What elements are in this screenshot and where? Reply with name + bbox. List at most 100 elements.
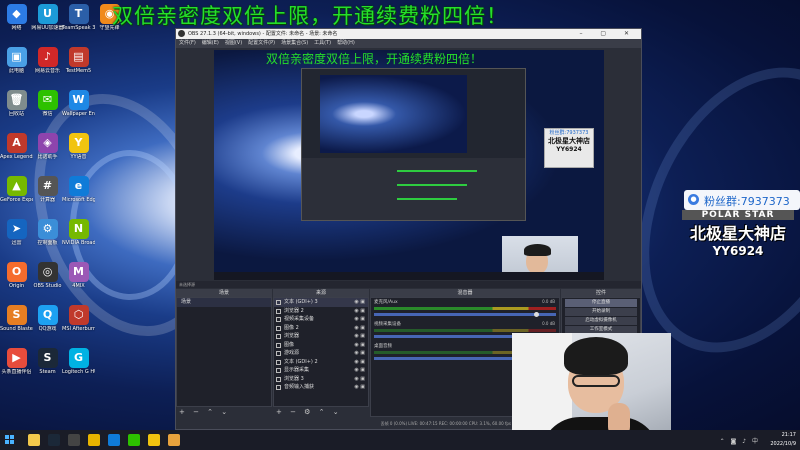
source-item[interactable]: 图像 ◉ ▣ (274, 341, 368, 350)
visibility-lock-icon[interactable]: ◉ ▣ (354, 298, 365, 307)
visibility-lock-icon[interactable]: ◉ ▣ (354, 375, 365, 384)
visibility-lock-icon[interactable]: ◉ ▣ (354, 332, 365, 341)
desktop-icon[interactable]: ▣ 此电脑 (0, 47, 33, 75)
visibility-lock-icon[interactable]: ◉ ▣ (354, 315, 365, 324)
system-tray-icons[interactable]: ⌃ ◙ ♪ 中 (720, 436, 760, 445)
desktop-icon[interactable]: O Origin (0, 262, 33, 290)
scenes-toolbar[interactable]: + − ⌃ ⌄ (176, 407, 272, 417)
desktop-icon[interactable]: ▶ 头条直播伴侣 (0, 348, 33, 376)
visibility-lock-icon[interactable]: ◉ ▣ (354, 366, 365, 375)
chrome-icon[interactable] (88, 434, 100, 446)
obs-menu-item[interactable]: 文件(F) (179, 40, 196, 46)
desktop-icon[interactable]: 🗑 回收站 (0, 90, 33, 118)
desktop-icon[interactable]: ⬡MSI Afterburner (62, 305, 95, 333)
visibility-lock-icon[interactable]: ◉ ▣ (354, 358, 365, 367)
control-button[interactable]: 启动虚拟摄像机 (565, 317, 637, 325)
desktop-icon[interactable]: ◆ 网络 (0, 4, 33, 32)
source-label: 浏览器 2 (284, 307, 304, 314)
desktop-icon[interactable]: ➤ 迅雷 (0, 219, 33, 247)
sources-toolbar[interactable]: + − ⚙ ⌃ ⌄ (273, 407, 369, 417)
obs-menu-item[interactable]: 配置文件(P) (248, 40, 275, 46)
desktop-icon[interactable]: ✉ 微信 (31, 90, 64, 118)
desktop-icon[interactable]: NNVIDIA Broadcast (62, 219, 95, 247)
source-item[interactable]: 文本 (GDI+) 3 ◉ ▣ (274, 298, 368, 307)
obs-menu-item[interactable]: 视图(V) (225, 40, 242, 46)
desktop-icon[interactable]: # 计算器 (31, 176, 64, 204)
desktop-icon[interactable]: Q QQ游戏 (31, 305, 64, 333)
brand-code: YY6924 (712, 244, 764, 258)
app-icon: O (6, 262, 27, 282)
preview-fan-badge: 粉丝群:7937373 北极星大神店 YY6924 (544, 128, 594, 168)
desktop-icon[interactable]: ⚙ 控制面板 (31, 219, 64, 247)
start-button[interactable] (5, 435, 15, 445)
app-icon: ▲ (6, 176, 27, 196)
desktop-icon[interactable]: ▲GeForce Experience (0, 176, 33, 204)
desktop-icon[interactable]: A Apex Legends (0, 133, 33, 161)
app-icon: ◈ (37, 133, 58, 153)
desktop-icon[interactable]: eMicrosoft Edge (62, 176, 95, 204)
file-explorer-icon[interactable] (28, 434, 40, 446)
source-item[interactable]: 文本 (GDI+) 2 ◉ ▣ (274, 358, 368, 367)
visibility-lock-icon[interactable]: ◉ ▣ (354, 307, 365, 316)
source-label: 文本 (GDI+) 3 (284, 299, 318, 305)
desktop-icon[interactable]: T TeamSpeak 3 (62, 4, 95, 32)
nested-meter (397, 170, 477, 172)
fader-knob[interactable] (534, 312, 539, 317)
desktop-icon-label: 头条直播伴侣 (1, 369, 32, 375)
fan-group-text: 粉丝群:7937373 (704, 195, 790, 208)
scene-item[interactable]: 场景 (177, 298, 271, 307)
desktop-icon[interactable]: ▤ TestMem5 (62, 47, 95, 75)
source-item[interactable]: 浏览器 ◉ ▣ (274, 332, 368, 341)
volume-fader[interactable] (374, 312, 556, 317)
app-icon: ◆ (6, 4, 27, 24)
system-clock[interactable]: 21:17 2022/10/9 (770, 430, 796, 450)
desktop-icon[interactable]: ♪ 网易云音乐 (31, 47, 64, 75)
desktop-icon-label: 网易UU加速器 (31, 25, 64, 31)
desktop-icon[interactable]: GLogitech G HUB (62, 348, 95, 376)
desktop-icon[interactable]: M 4MIX (62, 262, 95, 290)
app-icon: e (68, 176, 89, 196)
app-icon: ♪ (37, 47, 58, 67)
obs-icon[interactable] (68, 434, 80, 446)
wechat-icon[interactable] (128, 434, 140, 446)
obs-menu-item[interactable]: 工具(T) (314, 40, 331, 46)
window-controls[interactable]: – ▢ ✕ (579, 29, 637, 39)
desktop-icon[interactable]: ◎ OBS Studio (31, 262, 64, 290)
edge-icon[interactable] (108, 434, 120, 446)
channel-db: 0.0 dB (542, 299, 555, 304)
desktop-icon[interactable]: ◈ 比诺助手 (31, 133, 64, 161)
source-item[interactable]: 游戏源 ◉ ▣ (274, 349, 368, 358)
app-icon: W (68, 90, 89, 110)
visibility-lock-icon[interactable]: ◉ ▣ (354, 383, 365, 392)
visibility-lock-icon[interactable]: ◉ ▣ (354, 324, 365, 333)
source-item[interactable]: 浏览器 2 ◉ ▣ (274, 307, 368, 316)
obs-preview[interactable]: 双倍亲密度双倍上限，开通续费粉四倍！ 粉丝群:7937373 北极星大神店 YY… (214, 50, 604, 280)
source-type-icon (276, 351, 281, 356)
desktop-icon[interactable]: S Steam (31, 348, 64, 376)
control-button[interactable]: 停止直播 (565, 299, 637, 307)
source-type-icon (276, 359, 281, 365)
desktop-icon[interactable]: WWallpaper Engine (62, 90, 95, 118)
folder-icon[interactable] (168, 434, 180, 446)
desktop-icon[interactable]: Y YY语音 (62, 133, 95, 161)
steam-icon[interactable] (48, 434, 60, 446)
visibility-lock-icon[interactable]: ◉ ▣ (354, 341, 365, 350)
obs-menu-item[interactable]: 编辑(E) (202, 40, 219, 46)
source-item[interactable]: 浏览器 3 ◉ ▣ (274, 375, 368, 384)
source-item[interactable]: 显示器采集 ◉ ▣ (274, 366, 368, 375)
desktop-icon-label: Logitech G HUB (62, 369, 95, 375)
obs-menu-item[interactable]: 场景集合(S) (281, 40, 308, 46)
obs-menu-item[interactable]: 帮助(H) (337, 40, 355, 46)
visibility-lock-icon[interactable]: ◉ ▣ (354, 349, 365, 358)
source-item[interactable]: 视频采集设备 ◉ ▣ (274, 315, 368, 324)
yy-icon[interactable] (148, 434, 160, 446)
control-button[interactable]: 开始录制 (565, 308, 637, 316)
windows-taskbar: ⌃ ◙ ♪ 中 21:17 2022/10/9 (0, 430, 800, 450)
desktop-icon[interactable]: U 网易UU加速器 (31, 4, 64, 32)
desktop-icon[interactable]: S Sound Blaster (0, 305, 33, 333)
source-item[interactable]: 图像 2 ◉ ▣ (274, 324, 368, 333)
source-label: 图像 (284, 341, 295, 348)
source-item[interactable]: 音频输入捕获 ◉ ▣ (274, 383, 368, 392)
source-label: 音频输入捕获 (284, 384, 315, 390)
webcam-glasses (572, 375, 620, 387)
